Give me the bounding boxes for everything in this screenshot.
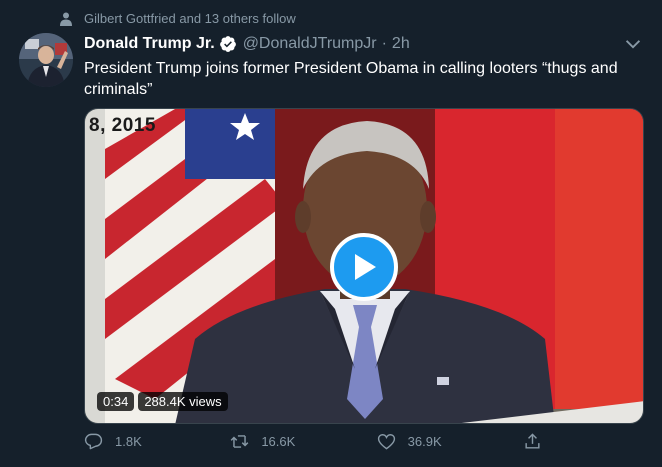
retweet-icon bbox=[231, 435, 249, 448]
play-icon bbox=[355, 254, 376, 280]
like-count: 36.9K bbox=[407, 434, 442, 449]
tweet-header: Donald Trump Jr. @DonaldJTrumpJr · 2h bbox=[84, 33, 644, 55]
like-button[interactable]: 36.9K bbox=[377, 432, 497, 451]
tweet-actions: 1.8K 16.6K 36.9K bbox=[84, 432, 554, 451]
social-context[interactable]: Gilbert Gottfried and 13 others follow bbox=[60, 11, 296, 26]
avatar[interactable] bbox=[19, 33, 73, 87]
retweet-count: 16.6K bbox=[261, 434, 296, 449]
tweet-time[interactable]: 2h bbox=[392, 35, 410, 53]
reply-count: 1.8K bbox=[115, 434, 142, 449]
video-views: 288.4K views bbox=[138, 392, 228, 411]
video-duration: 0:34 bbox=[97, 392, 135, 411]
chevron-down-icon[interactable] bbox=[622, 33, 644, 55]
video-date-caption: 8, 2015 bbox=[89, 115, 156, 136]
heart-icon bbox=[377, 434, 395, 450]
video-badges: 0:34 288.4K views bbox=[97, 392, 228, 411]
retweet-button[interactable]: 16.6K bbox=[230, 432, 350, 451]
social-context-text: Gilbert Gottfried and 13 others follow bbox=[84, 11, 296, 26]
tweet-text: President Trump joins former President O… bbox=[84, 60, 618, 98]
separator-dot: · bbox=[381, 35, 387, 52]
share-button[interactable] bbox=[523, 432, 554, 451]
reply-icon bbox=[84, 433, 103, 450]
author-handle[interactable]: @DonaldJTrumpJr bbox=[243, 35, 377, 53]
share-icon bbox=[525, 433, 540, 449]
author-name[interactable]: Donald Trump Jr. bbox=[84, 35, 215, 53]
play-button[interactable] bbox=[330, 233, 398, 301]
verified-icon bbox=[219, 36, 236, 52]
video-player[interactable]: 8, 2015 0:34 288.4K views bbox=[84, 108, 644, 424]
person-icon bbox=[60, 12, 72, 26]
reply-button[interactable]: 1.8K bbox=[84, 432, 204, 451]
avatar-image bbox=[19, 33, 73, 87]
